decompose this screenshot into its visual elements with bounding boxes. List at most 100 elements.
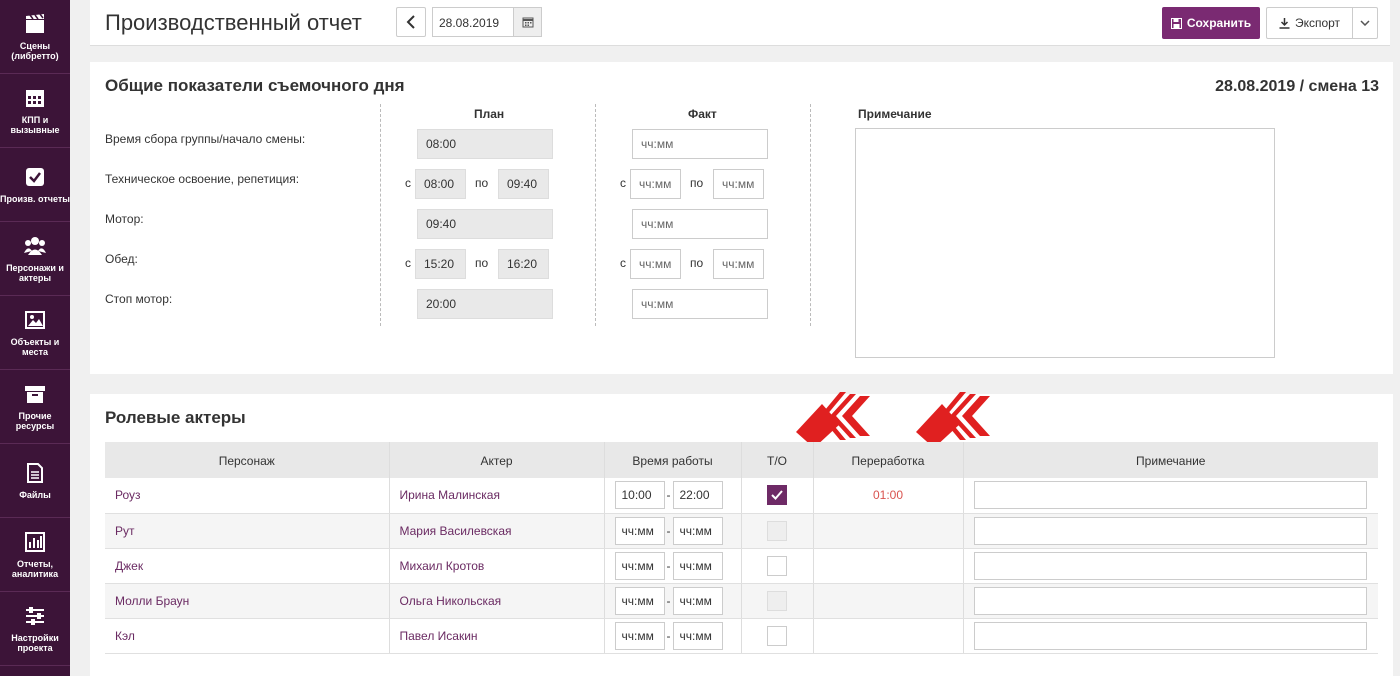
character-cell[interactable]: Молли Браун xyxy=(105,583,390,619)
note-header: Примечание xyxy=(858,107,932,121)
export-dropdown-toggle[interactable] xyxy=(1353,20,1377,26)
sliders-icon xyxy=(26,606,44,625)
sidebar-item-label: Прочие ресурсы xyxy=(15,410,55,431)
sidebar-item-label: Произв. отчеты xyxy=(0,193,70,204)
col-note[interactable]: Примечание xyxy=(963,442,1378,478)
fact-motor-input[interactable]: чч:мм xyxy=(632,209,768,239)
col-character[interactable]: Персонаж xyxy=(105,442,390,478)
fact-tech-to-input[interactable]: чч:мм xyxy=(713,169,764,199)
actors-panel: Ролевые актеры Персонаж Актер Время рабо… xyxy=(90,392,1393,676)
dash: - xyxy=(666,593,671,608)
row-label-lunch: Обед: xyxy=(105,252,138,266)
calendar-icon[interactable] xyxy=(513,8,541,36)
plan-lunch-to-input[interactable]: 16:20 xyxy=(498,249,549,279)
fact-lunch-to-input[interactable]: чч:мм xyxy=(713,249,764,279)
day-note-textarea[interactable] xyxy=(855,128,1275,358)
time-from-input[interactable]: чч:мм xyxy=(614,621,665,650)
time-to-input[interactable]: чч:мм xyxy=(672,621,723,650)
divider xyxy=(380,104,381,326)
fact-lunch-from-input[interactable]: чч:мм xyxy=(630,249,681,279)
checkmark-icon xyxy=(771,490,783,501)
fact-stop-input[interactable]: чч:мм xyxy=(632,289,768,319)
plan-gather-input[interactable]: 08:00 xyxy=(417,129,553,159)
col-to[interactable]: Т/О xyxy=(741,442,814,478)
sidebar-item-label: Персонажи и актеры xyxy=(6,262,64,283)
time-to-input[interactable]: чч:мм xyxy=(672,516,723,545)
to-checkbox[interactable] xyxy=(767,555,787,576)
divider xyxy=(810,104,811,326)
row-note-input[interactable] xyxy=(973,481,1367,510)
export-main[interactable]: Экспорт xyxy=(1267,8,1353,38)
to-checkbox[interactable] xyxy=(767,485,787,506)
plan-tech-to-input[interactable]: 09:40 xyxy=(498,169,549,199)
col-actor[interactable]: Актер xyxy=(389,442,605,478)
time-from-input[interactable]: чч:мм xyxy=(614,516,665,545)
row-note-input[interactable] xyxy=(973,551,1367,580)
overtime-cell xyxy=(813,618,964,654)
col-overtime[interactable]: Переработка xyxy=(813,442,964,478)
table-row: Кэл Павел Исакин чч:мм - чч:мм xyxy=(105,618,1378,654)
plan-motor-input[interactable]: 09:40 xyxy=(417,209,553,239)
to-label: по xyxy=(475,256,489,270)
people-icon xyxy=(24,236,46,255)
plan-stop-input[interactable]: 20:00 xyxy=(417,289,553,319)
sidebar-item-locations[interactable]: Объекты и места xyxy=(0,296,70,370)
sidebar-item-reports[interactable]: Произв. отчеты xyxy=(0,148,70,222)
actor-cell[interactable]: Михаил Кротов xyxy=(389,548,605,584)
actors-table: Персонаж Актер Время работы Т/О Перерабо… xyxy=(105,442,1378,654)
character-cell[interactable]: Кэл xyxy=(105,618,390,654)
character-cell[interactable]: Рут xyxy=(105,513,390,549)
to-checkbox xyxy=(767,520,787,541)
sidebar-item-resources[interactable]: Прочие ресурсы xyxy=(0,370,70,444)
time-from-input[interactable]: чч:мм xyxy=(614,586,665,615)
from-label: с xyxy=(405,176,411,190)
actor-cell[interactable]: Ирина Малинская xyxy=(389,478,605,514)
dash: - xyxy=(666,558,671,573)
chart-icon xyxy=(25,531,45,552)
to-label: по xyxy=(690,256,704,270)
actor-cell[interactable]: Мария Василевская xyxy=(389,513,605,549)
row-label-gather: Время сбора группы/начало смены: xyxy=(105,132,306,146)
export-button[interactable]: Экспорт xyxy=(1266,7,1378,39)
actor-cell[interactable]: Павел Исакин xyxy=(389,618,605,654)
chevron-left-icon xyxy=(406,15,415,29)
character-cell[interactable]: Джек xyxy=(105,548,390,584)
col-work-time[interactable]: Время работы xyxy=(604,442,742,478)
time-from-input[interactable]: чч:мм xyxy=(614,551,665,580)
archive-icon xyxy=(25,385,45,403)
time-from-input[interactable]: 10:00 xyxy=(614,481,665,510)
dash: - xyxy=(666,628,671,643)
character-cell[interactable]: Роуз xyxy=(105,478,390,514)
row-note-input[interactable] xyxy=(973,516,1367,545)
plan-lunch-from-input[interactable]: 15:20 xyxy=(415,249,466,279)
table-row: Джек Михаил Кротов чч:мм - чч:мм xyxy=(105,548,1378,584)
prev-date-button[interactable] xyxy=(396,7,426,37)
day-summary-panel: Общие показатели съемочного дня 28.08.20… xyxy=(90,62,1393,374)
to-checkbox[interactable] xyxy=(767,625,787,646)
sidebar-item-settings[interactable]: Настройки проекта xyxy=(0,592,70,666)
time-to-input[interactable]: чч:мм xyxy=(672,551,723,580)
time-to-input[interactable]: 22:00 xyxy=(672,481,723,510)
time-to-input[interactable]: чч:мм xyxy=(672,586,723,615)
sidebar-item-files[interactable]: Файлы xyxy=(0,444,70,518)
row-note-input[interactable] xyxy=(973,586,1367,615)
arrow-marker-icon xyxy=(916,392,990,448)
date-value: 28.08.2019 xyxy=(439,16,500,30)
floppy-icon xyxy=(1170,17,1182,29)
date-picker[interactable]: 28.08.2019 xyxy=(432,7,542,37)
fact-tech-from-input[interactable]: чч:мм xyxy=(630,169,681,199)
sidebar-item-calls[interactable]: КПП и вызывные xyxy=(0,74,70,148)
sidebar-item-analytics[interactable]: Отчеты, аналитика xyxy=(0,518,70,592)
actor-cell[interactable]: Ольга Никольская xyxy=(389,583,605,619)
plan-tech-from-input[interactable]: 08:00 xyxy=(415,169,466,199)
from-label: с xyxy=(620,256,626,270)
fact-gather-input[interactable]: чч:мм xyxy=(632,129,768,159)
save-label: Сохранить xyxy=(1186,16,1252,30)
sidebar-item-characters[interactable]: Персонажи и актеры xyxy=(0,222,70,296)
sidebar-item-scenes[interactable]: Сцены (либретто) xyxy=(0,0,70,74)
overtime-cell xyxy=(813,548,964,584)
to-label: по xyxy=(690,176,704,190)
row-note-input[interactable] xyxy=(973,621,1367,650)
dash: - xyxy=(666,523,671,538)
save-button[interactable]: Сохранить xyxy=(1162,7,1260,39)
